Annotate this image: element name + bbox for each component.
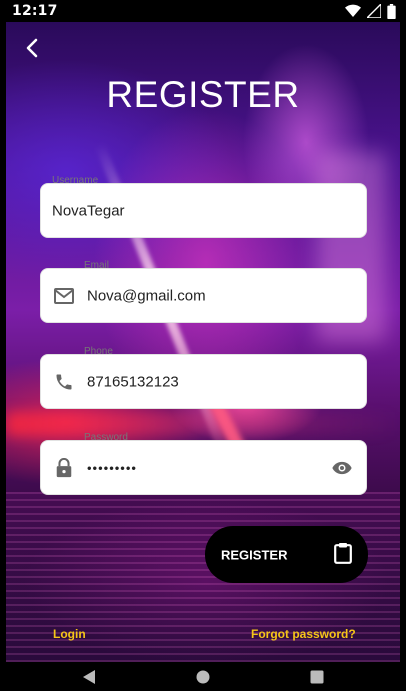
username-field[interactable]: Username NovaTegar [40, 175, 367, 238]
signal-icon [367, 4, 381, 18]
back-button[interactable] [18, 34, 46, 62]
nav-back-icon[interactable] [82, 669, 96, 685]
email-field[interactable]: Email Nova@gmail.com [40, 260, 367, 323]
login-link[interactable]: Login [53, 627, 86, 641]
page-title: REGISTER [106, 74, 300, 115]
status-icons [345, 3, 396, 19]
password-field[interactable]: Password ••••••••• [40, 432, 367, 495]
arrow-back-icon [26, 38, 38, 58]
password-label: Password [84, 432, 128, 443]
username-value[interactable]: NovaTegar [52, 202, 125, 219]
wifi-icon [345, 4, 361, 18]
forgot-password-link[interactable]: Forgot password? [251, 627, 356, 641]
register-screen: REGISTER Username NovaTegar Email Nova@g… [6, 22, 400, 662]
email-value[interactable]: Nova@gmail.com [87, 287, 206, 304]
email-label: Email [84, 260, 110, 271]
register-button[interactable]: REGISTER [205, 526, 368, 583]
nav-recents-icon[interactable] [310, 670, 324, 684]
phone-field[interactable]: Phone 87165132123 [40, 346, 367, 409]
mail-icon [53, 285, 75, 307]
password-value[interactable]: ••••••••• [87, 460, 137, 475]
clipboard-icon [334, 542, 352, 568]
lock-icon [53, 457, 75, 479]
eye-icon[interactable] [330, 456, 354, 480]
register-button-label: REGISTER [221, 547, 288, 562]
username-label: Username [52, 175, 99, 186]
phone-label: Phone [84, 346, 113, 357]
nav-home-icon[interactable] [196, 670, 210, 684]
phone-icon [53, 371, 75, 393]
status-bar: 12:17 [0, 0, 406, 22]
status-time: 12:17 [12, 3, 58, 19]
phone-value[interactable]: 87165132123 [87, 373, 179, 390]
system-nav-bar [0, 662, 406, 691]
battery-icon [387, 3, 396, 19]
